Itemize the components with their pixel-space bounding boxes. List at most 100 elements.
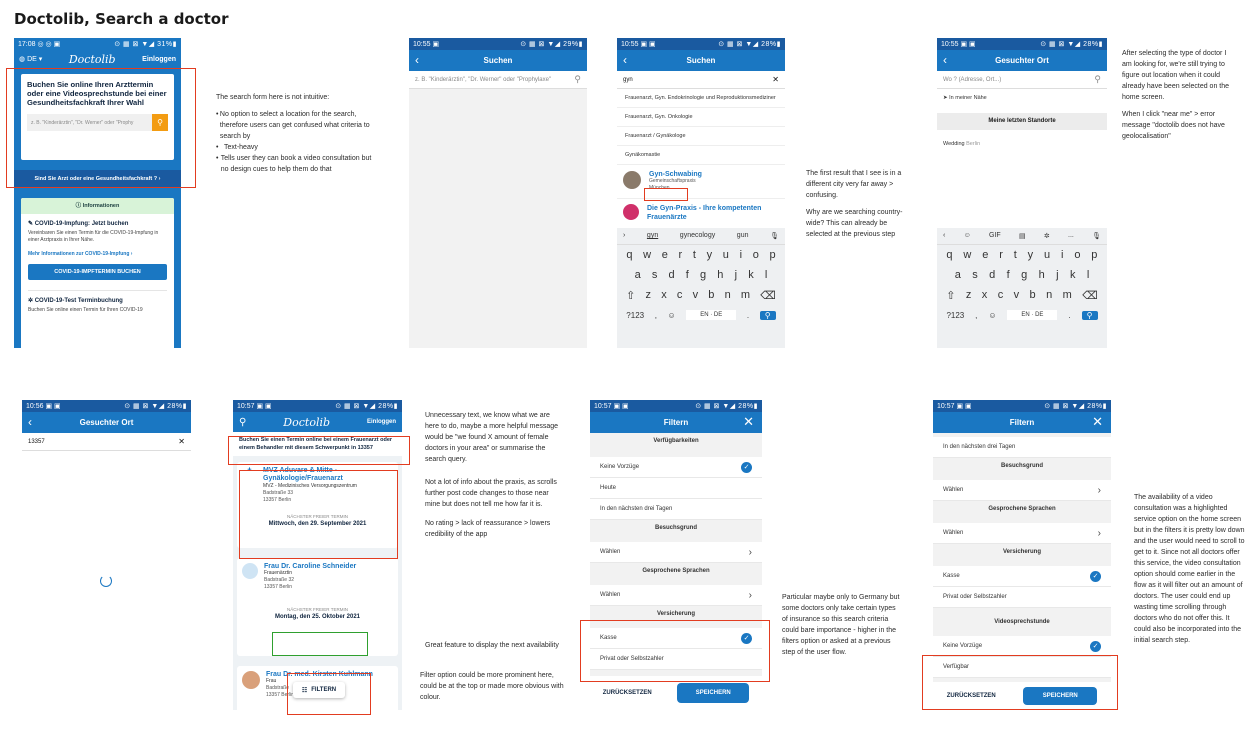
more-icon[interactable]: ... (1068, 232, 1074, 240)
back-arrow-icon[interactable]: ‹ (28, 415, 32, 429)
keyboard-key[interactable]: l (1087, 269, 1089, 281)
emoji-icon[interactable]: ☺ (668, 311, 676, 320)
keyboard-key[interactable]: m (1063, 289, 1072, 302)
clipboard-icon[interactable]: ▤ (1019, 232, 1026, 240)
keyboard-key[interactable]: v (693, 289, 699, 302)
keyboard-key[interactable]: c (677, 289, 683, 302)
mic-icon[interactable]: 🎙 (1092, 232, 1101, 240)
keyboard-key[interactable]: z (966, 289, 972, 302)
filter-select[interactable]: Wählen › (590, 542, 762, 563)
keyboard-key[interactable]: u (1044, 249, 1050, 261)
keyboard-key[interactable]: e (662, 249, 668, 261)
keyboard-key[interactable]: n (1046, 289, 1052, 302)
keyboard-key[interactable]: l (765, 269, 767, 281)
backspace-icon[interactable]: ⌫ (760, 289, 776, 302)
keyboard-key[interactable]: x (661, 289, 667, 302)
keyboard-key[interactable]: p (1091, 249, 1097, 261)
result-item[interactable]: Gyn-Schwabing Gemeinschaftspraxis Münche… (617, 165, 785, 199)
filter-option[interactable]: Privat oder Selbstzahler (933, 587, 1111, 608)
keyboard-key[interactable]: d (989, 269, 995, 281)
keyboard-suggestion[interactable]: gynecology (680, 232, 715, 240)
keyboard-key[interactable]: s (652, 269, 658, 281)
clear-icon[interactable]: ✕ (772, 75, 779, 84)
keyboard-period-key[interactable]: . (747, 311, 749, 320)
keyboard-key[interactable]: h (1039, 269, 1045, 281)
sticker-icon[interactable]: ☺ (964, 232, 971, 240)
keyboard-key[interactable]: r (999, 249, 1003, 261)
keyboard-key[interactable]: q (626, 249, 632, 261)
gif-button[interactable]: GIF (989, 232, 1001, 240)
keyboard-collapse-icon[interactable]: ‹ (943, 232, 945, 240)
keyboard-period-key[interactable]: . (1068, 311, 1070, 320)
keyboard-key[interactable]: p (770, 249, 776, 261)
close-icon[interactable]: ✕ (743, 414, 754, 430)
save-button[interactable]: SPEICHERN (677, 683, 750, 703)
filter-select[interactable]: Wählen › (933, 480, 1111, 501)
filter-select[interactable]: Wählen › (590, 585, 762, 606)
keyboard-key[interactable]: v (1014, 289, 1020, 302)
location-field[interactable]: Wo ? (Adresse, Ort...) ⚲ (937, 71, 1107, 89)
keyboard-key[interactable]: k (748, 269, 754, 281)
keyboard-space-key[interactable]: EN · DE (1007, 310, 1058, 320)
keyboard-suggestion[interactable]: gun (737, 232, 749, 240)
keyboard-key[interactable]: h (717, 269, 723, 281)
keyboard-space-key[interactable]: EN · DE (686, 310, 737, 320)
near-me-option[interactable]: ➤ In meiner Nähe (937, 89, 1107, 107)
keyboard-key[interactable]: f (1007, 269, 1010, 281)
close-icon[interactable]: ✕ (1092, 414, 1103, 430)
keyboard-key[interactable]: m (741, 289, 750, 302)
mic-icon[interactable]: 🎙 (770, 232, 779, 240)
back-arrow-icon[interactable]: ‹ (415, 53, 419, 67)
covid-book-button[interactable]: COVID-19-IMPFTERMIN BUCHEN (28, 264, 167, 280)
keyboard-key[interactable]: d (669, 269, 675, 281)
filter-option[interactable]: In den nächsten drei Tagen (590, 499, 762, 520)
keyboard-key[interactable]: g (700, 269, 706, 281)
keyboard-key[interactable]: f (686, 269, 689, 281)
keyboard-collapse-icon[interactable]: › (623, 232, 625, 240)
search-icon[interactable]: ⚲ (239, 417, 246, 428)
suggestion-item[interactable]: Frauenarzt / Gynäkologe (617, 127, 785, 146)
gear-icon[interactable]: ✲ (1044, 232, 1050, 240)
result-item[interactable]: Die Gyn-Praxis - Ihre kompetenten Frauen… (617, 199, 785, 227)
keyboard-key[interactable]: y (707, 249, 713, 261)
keyboard-key[interactable]: e (982, 249, 988, 261)
keyboard-key[interactable]: b (1030, 289, 1036, 302)
keyboard-search-key[interactable]: ⚲ (759, 310, 776, 320)
keyboard-key[interactable]: z (646, 289, 652, 302)
emoji-icon[interactable]: ☺ (988, 311, 996, 320)
keyboard-key[interactable]: j (735, 269, 737, 281)
suggestion-item[interactable]: Frauenarzt, Gyn. Endokrinologie und Repr… (617, 89, 785, 108)
keyboard-key[interactable]: a (955, 269, 961, 281)
suggestion-item[interactable]: Frauenarzt, Gyn. Onkologie (617, 108, 785, 127)
keyboard-key[interactable]: o (1074, 249, 1080, 261)
keyboard-search-key[interactable]: ⚲ (1081, 310, 1098, 320)
shift-icon[interactable]: ⇧ (946, 289, 955, 302)
keyboard-comma-key[interactable]: , (975, 311, 977, 320)
login-link[interactable]: Einloggen (367, 419, 396, 425)
shift-icon[interactable]: ⇧ (626, 289, 635, 302)
filter-option[interactable]: In den nächsten drei Tagen (933, 437, 1111, 458)
filter-option[interactable]: Kasse ✓ (933, 566, 1111, 587)
keyboard-numbers-key[interactable]: ?123 (946, 311, 964, 320)
keyboard-key[interactable]: x (982, 289, 988, 302)
filter-option[interactable]: Keine Vorzüge ✓ (590, 457, 762, 478)
keyboard-key[interactable]: b (708, 289, 714, 302)
keyboard-key[interactable]: t (1014, 249, 1017, 261)
search-field[interactable]: gyn ✕ (617, 71, 785, 89)
back-arrow-icon[interactable]: ‹ (623, 53, 627, 67)
keyboard-suggestion[interactable]: gyn (647, 232, 658, 240)
recent-location-item[interactable]: Wedding Berlin (937, 136, 1107, 152)
keyboard-key[interactable]: t (693, 249, 696, 261)
backspace-icon[interactable]: ⌫ (1082, 289, 1098, 302)
keyboard-key[interactable]: r (679, 249, 683, 261)
keyboard-numbers-key[interactable]: ?123 (626, 311, 644, 320)
recent-locations-button[interactable]: Meine letzten Standorte (937, 113, 1107, 130)
keyboard-key[interactable]: o (753, 249, 759, 261)
keyboard-key[interactable]: j (1056, 269, 1058, 281)
keyboard-key[interactable]: i (1061, 249, 1063, 261)
keyboard-key[interactable]: k (1070, 269, 1076, 281)
keyboard-key[interactable]: q (946, 249, 952, 261)
keyboard-key[interactable]: y (1028, 249, 1034, 261)
keyboard-key[interactable]: a (635, 269, 641, 281)
keyboard-key[interactable]: u (723, 249, 729, 261)
